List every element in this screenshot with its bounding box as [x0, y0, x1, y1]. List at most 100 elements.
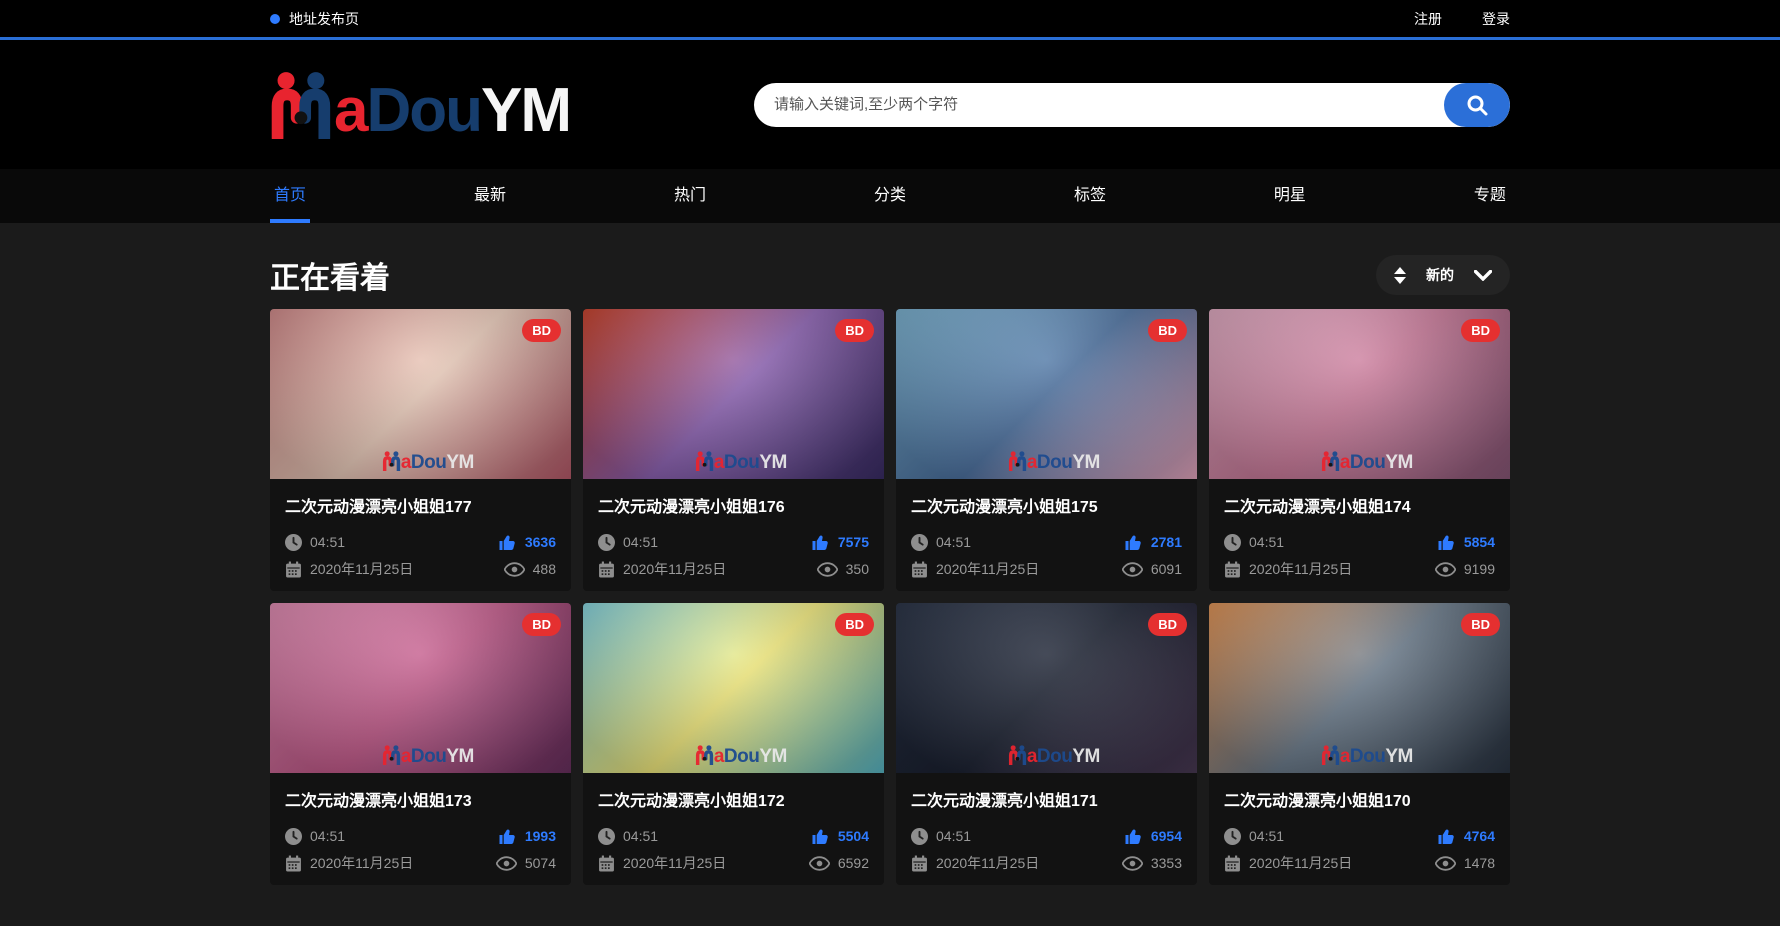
video-grid: BD aDouYM 二次元动漫漂亮小姐姐177	[270, 309, 1510, 885]
calendar-icon	[285, 561, 302, 578]
nav-item-topics[interactable]: 专题	[1470, 169, 1510, 223]
header: aDouYM	[0, 40, 1780, 169]
quality-badge: BD	[522, 613, 561, 636]
video-title[interactable]: 二次元动漫漂亮小姐姐174	[1224, 493, 1495, 517]
views-count: 488	[504, 561, 556, 577]
video-title[interactable]: 二次元动漫漂亮小姐姐177	[285, 493, 556, 517]
thumbs-up-icon	[1124, 533, 1143, 551]
video-info: 二次元动漫漂亮小姐姐170 04:51 4764	[1209, 773, 1510, 885]
video-card: BD aDouYM 二次元动漫漂亮小姐姐173	[270, 603, 571, 885]
nav-item-latest[interactable]: 最新	[470, 169, 510, 223]
video-title[interactable]: 二次元动漫漂亮小姐姐176	[598, 493, 869, 517]
quality-badge: BD	[1461, 613, 1500, 636]
calendar-icon	[911, 561, 928, 578]
clock-icon	[285, 534, 302, 551]
video-info: 二次元动漫漂亮小姐姐172 04:51 5504	[583, 773, 884, 885]
calendar-icon	[911, 855, 928, 872]
login-link[interactable]: 登录	[1482, 9, 1510, 29]
video-title[interactable]: 二次元动漫漂亮小姐姐172	[598, 787, 869, 811]
quality-badge: BD	[1148, 613, 1187, 636]
search-button[interactable]	[1444, 83, 1510, 127]
topbar: 地址发布页 注册 登录	[0, 0, 1780, 40]
thumbs-up-icon	[811, 533, 830, 551]
video-duration: 04:51	[911, 828, 971, 845]
clock-icon	[598, 534, 615, 551]
video-duration: 04:51	[285, 534, 345, 551]
video-title[interactable]: 二次元动漫漂亮小姐姐173	[285, 787, 556, 811]
video-thumbnail[interactable]: BD aDouYM	[1209, 603, 1510, 773]
register-link[interactable]: 注册	[1414, 9, 1442, 29]
watermark-logo: aDouYM	[695, 745, 787, 765]
eye-icon	[1435, 856, 1456, 871]
announce-link[interactable]: 地址发布页	[270, 9, 359, 29]
thumbs-up-icon	[498, 827, 517, 845]
views-count: 5074	[496, 855, 556, 871]
video-card: BD aDouYM 二次元动漫漂亮小姐姐176	[583, 309, 884, 591]
likes-count: 4764	[1437, 827, 1495, 845]
section-watching-header: 正在看着 新的	[270, 253, 1510, 297]
views-count: 9199	[1435, 561, 1495, 577]
eye-icon	[1122, 562, 1143, 577]
video-date: 2020年11月25日	[598, 853, 726, 873]
calendar-icon	[1224, 855, 1241, 872]
video-info: 二次元动漫漂亮小姐姐173 04:51 1993	[270, 773, 571, 885]
calendar-icon	[598, 561, 615, 578]
logo-text-a: a	[334, 76, 366, 145]
video-info: 二次元动漫漂亮小姐姐177 04:51 3636	[270, 479, 571, 591]
eye-icon	[809, 856, 830, 871]
logo-mark-icon	[695, 745, 714, 765]
eye-icon	[1122, 856, 1143, 871]
logo-mark-icon	[1321, 451, 1340, 471]
views-count: 350	[817, 561, 869, 577]
video-thumbnail[interactable]: BD aDouYM	[1209, 309, 1510, 479]
clock-icon	[911, 534, 928, 551]
likes-count: 5504	[811, 827, 869, 845]
logo-text-dou: Dou	[366, 76, 481, 145]
sort-control[interactable]: 新的	[1376, 255, 1510, 295]
video-date: 2020年11月25日	[911, 559, 1039, 579]
thumbs-up-icon	[811, 827, 830, 845]
clock-icon	[598, 828, 615, 845]
status-dot-icon	[270, 14, 280, 24]
video-thumbnail[interactable]: BD aDouYM	[896, 309, 1197, 479]
logo-mark-icon	[1008, 745, 1027, 765]
announce-label: 地址发布页	[289, 9, 359, 29]
video-thumbnail[interactable]: BD aDouYM	[270, 309, 571, 479]
main-nav: 首页 最新 热门 分类 标签 明星 专题	[0, 169, 1780, 223]
chevron-down-icon	[1474, 270, 1492, 281]
calendar-icon	[598, 855, 615, 872]
nav-item-tags[interactable]: 标签	[1070, 169, 1110, 223]
views-count: 6091	[1122, 561, 1182, 577]
video-title[interactable]: 二次元动漫漂亮小姐姐170	[1224, 787, 1495, 811]
nav-item-category[interactable]: 分类	[870, 169, 910, 223]
thumbs-up-icon	[498, 533, 517, 551]
video-thumbnail[interactable]: BD aDouYM	[583, 603, 884, 773]
video-title[interactable]: 二次元动漫漂亮小姐姐171	[911, 787, 1182, 811]
video-date: 2020年11月25日	[1224, 853, 1352, 873]
video-card: BD aDouYM 二次元动漫漂亮小姐姐172	[583, 603, 884, 885]
thumbs-up-icon	[1124, 827, 1143, 845]
video-card: BD aDouYM 二次元动漫漂亮小姐姐171	[896, 603, 1197, 885]
video-thumbnail[interactable]: BD aDouYM	[896, 603, 1197, 773]
video-info: 二次元动漫漂亮小姐姐171 04:51 6954	[896, 773, 1197, 885]
likes-count: 5854	[1437, 533, 1495, 551]
nav-item-home[interactable]: 首页	[270, 169, 310, 223]
calendar-icon	[1224, 561, 1241, 578]
views-count: 1478	[1435, 855, 1495, 871]
nav-item-stars[interactable]: 明星	[1270, 169, 1310, 223]
watermark-logo: aDouYM	[1321, 451, 1413, 471]
video-duration: 04:51	[1224, 534, 1284, 551]
video-title[interactable]: 二次元动漫漂亮小姐姐175	[911, 493, 1182, 517]
search-bar	[754, 83, 1510, 127]
site-logo[interactable]: aDouYM	[270, 71, 570, 139]
quality-badge: BD	[1148, 319, 1187, 342]
logo-mark-icon	[270, 71, 334, 139]
search-input[interactable]	[754, 83, 1444, 127]
video-thumbnail[interactable]: BD aDouYM	[270, 603, 571, 773]
video-date: 2020年11月25日	[598, 559, 726, 579]
likes-count: 2781	[1124, 533, 1182, 551]
video-thumbnail[interactable]: BD aDouYM	[583, 309, 884, 479]
quality-badge: BD	[522, 319, 561, 342]
nav-item-hot[interactable]: 热门	[670, 169, 710, 223]
video-info: 二次元动漫漂亮小姐姐176 04:51 7575	[583, 479, 884, 591]
